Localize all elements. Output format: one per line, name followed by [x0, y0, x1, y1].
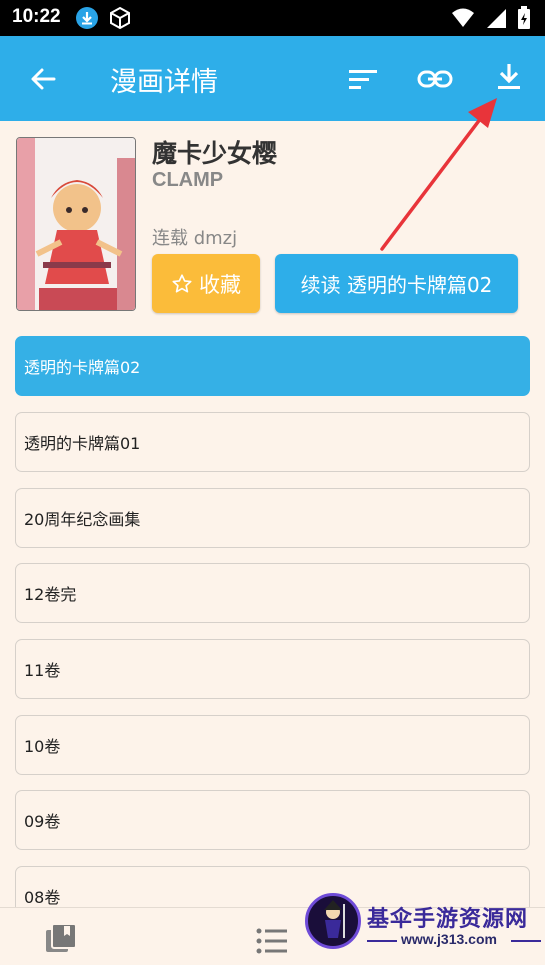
favorite-label: 收藏 — [199, 272, 241, 297]
status-time: 10:22 — [12, 6, 61, 27]
battery-icon — [517, 6, 531, 34]
chapter-title: 08卷 — [24, 888, 61, 907]
signal-icon — [485, 7, 507, 33]
watermark-line-right — [511, 940, 541, 942]
watermark-title: 基伞手游资源网 — [367, 907, 529, 932]
chapter-title: 透明的卡牌篇01 — [24, 434, 141, 453]
comic-author: CLAMP — [152, 169, 224, 191]
comic-cover[interactable] — [16, 137, 136, 311]
chapter-item[interactable]: 12卷完 — [15, 563, 530, 623]
chapter-title: 透明的卡牌篇02 — [24, 358, 141, 377]
continue-reading-button[interactable]: 续读 透明的卡牌篇02 — [275, 254, 518, 313]
comic-status-source: 连载 dmzj — [152, 228, 238, 249]
watermark-line-left — [367, 940, 397, 942]
chapter-title: 12卷完 — [24, 585, 77, 604]
cover-image — [17, 138, 135, 310]
chapter-item[interactable]: 11卷 — [15, 639, 530, 699]
download-button[interactable] — [490, 58, 528, 96]
sort-icon — [349, 70, 377, 89]
chapter-item-active[interactable]: 透明的卡牌篇02 — [15, 336, 530, 396]
star-icon — [172, 273, 192, 293]
download-icon — [498, 64, 520, 89]
chapter-title: 11卷 — [24, 661, 61, 680]
library-icon — [46, 923, 77, 952]
back-button[interactable] — [24, 60, 62, 98]
list-icon — [256, 928, 287, 954]
continue-reading-label: 续读 透明的卡牌篇02 — [300, 273, 493, 297]
watermark-logo — [305, 893, 361, 949]
chapter-item[interactable]: 09卷 — [15, 790, 530, 850]
watermark-url: www.j313.com — [401, 931, 497, 947]
favorite-button[interactable]: 收藏 — [152, 254, 260, 313]
chapter-title: 10卷 — [24, 737, 61, 756]
download-notification-icon — [76, 7, 98, 29]
wifi-icon — [451, 7, 475, 33]
chapter-item[interactable]: 10卷 — [15, 715, 530, 775]
status-bar: 10:22 — [0, 0, 545, 36]
site-watermark: 基伞手游资源网 www.j313.com — [305, 893, 545, 965]
link-icon — [417, 70, 453, 88]
link-button[interactable] — [416, 60, 454, 98]
chapter-title: 20周年纪念画集 — [24, 510, 141, 529]
page-title: 漫画详情 — [110, 67, 218, 98]
comic-title: 魔卡少女樱 — [152, 139, 278, 168]
sort-button[interactable] — [344, 60, 382, 98]
nav-chapter-list-button[interactable] — [255, 924, 289, 958]
cube-icon — [108, 6, 132, 34]
back-arrow-icon — [31, 68, 56, 90]
chapter-item[interactable]: 透明的卡牌篇01 — [15, 412, 530, 472]
nav-library-button[interactable] — [44, 922, 78, 956]
app-bar: 漫画详情 — [0, 36, 545, 121]
chapter-title: 09卷 — [24, 812, 61, 831]
chapter-item[interactable]: 20周年纪念画集 — [15, 488, 530, 548]
